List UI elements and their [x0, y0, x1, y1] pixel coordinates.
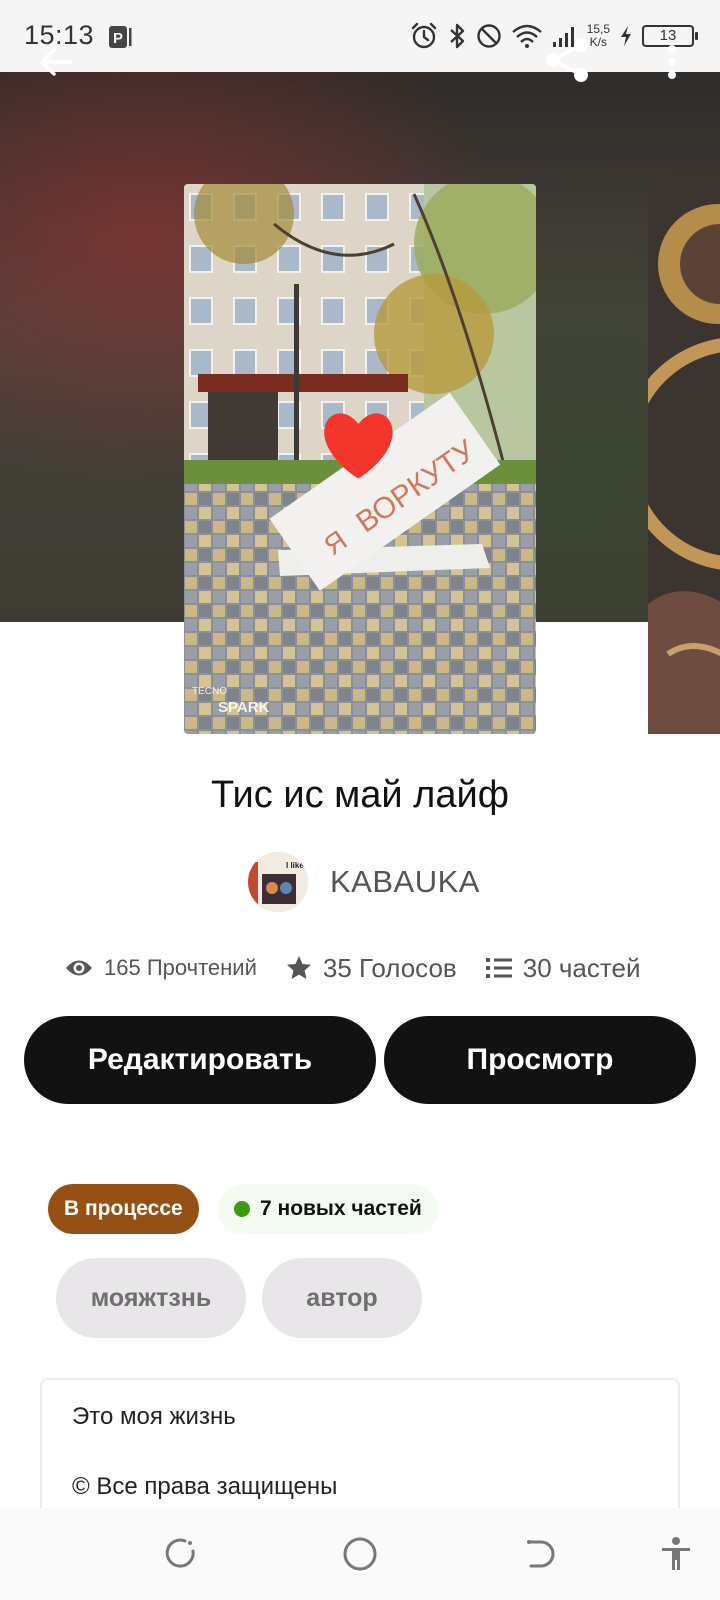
avatar-image: I like — [248, 852, 308, 912]
share-icon — [546, 38, 588, 82]
tag-chip[interactable]: мояжтзнь — [56, 1258, 246, 1338]
new-parts-label: 7 новых частей — [260, 1197, 422, 1220]
dot-icon — [234, 1201, 250, 1217]
avatar-text: I like — [286, 861, 304, 870]
recents-button[interactable] — [156, 1530, 204, 1578]
description-line: Это моя жизнь — [72, 1403, 236, 1430]
edit-button[interactable]: Редактировать — [24, 1016, 376, 1104]
parts-stat[interactable]: 30 частей — [485, 952, 641, 984]
svg-text:P: P — [113, 30, 123, 47]
author-link[interactable]: I like KABAUKA — [248, 852, 480, 912]
story-description: Это моя жизнь © Все права защищены — [40, 1378, 680, 1508]
accessibility-button[interactable] — [652, 1530, 700, 1578]
new-parts-badge: 7 новых частей — [218, 1184, 438, 1234]
reads-stat: 165 Прочтений — [64, 955, 257, 981]
charging-icon — [621, 26, 631, 46]
author-name[interactable]: KABAUKA — [330, 864, 480, 900]
back-button[interactable] — [26, 32, 86, 92]
alarm-icon — [411, 22, 436, 49]
status-badge: В процессе — [48, 1184, 199, 1234]
avatar[interactable]: I like — [248, 852, 308, 912]
copyright-line: © Все права защищены — [72, 1473, 338, 1500]
share-button[interactable] — [536, 28, 600, 92]
do-not-disturb-icon — [476, 24, 501, 48]
reads-count: 165 Прочтений — [104, 955, 257, 980]
view-button[interactable]: Просмотр — [384, 1016, 696, 1104]
watermark-brand: TECNO — [192, 686, 227, 697]
star-icon — [286, 956, 311, 979]
status-bar: 15:13 P 15,5 K/s 13 — [0, 0, 720, 72]
votes-count: 35 Голосов — [322, 952, 457, 983]
eye-icon — [66, 960, 92, 976]
list-icon — [485, 958, 512, 978]
recents-icon — [165, 1538, 195, 1568]
home-button[interactable] — [336, 1530, 384, 1578]
more-options-button[interactable] — [644, 32, 700, 92]
cover-image: Я ВОРКУТУ TECNO SPARK — [184, 184, 536, 734]
home-circle-icon — [343, 1537, 377, 1571]
parts-count: 30 частей — [522, 952, 641, 983]
story-title: Тис ис май лайф — [211, 774, 509, 816]
parking-app-icon: P — [109, 26, 132, 48]
arrow-left-icon — [40, 48, 72, 76]
votes-stat: 35 Голосов — [285, 953, 457, 984]
story-cover[interactable]: Я ВОРКУТУ TECNO SPARK — [184, 184, 536, 734]
watermark-model: SPARK — [218, 699, 270, 716]
system-nav-bar — [0, 1508, 720, 1600]
tag-chip[interactable]: автор — [262, 1258, 422, 1338]
next-cover-image — [648, 184, 720, 734]
story-stats: 165 Прочтений 35 Голосов 30 частей — [64, 950, 640, 986]
next-story-cover[interactable] — [648, 184, 720, 734]
back-nav-button[interactable] — [516, 1530, 564, 1578]
more-vertical-icon — [668, 45, 676, 79]
accessibility-icon — [662, 1537, 690, 1570]
bluetooth-icon — [449, 23, 464, 49]
back-nav-icon — [527, 1540, 555, 1568]
